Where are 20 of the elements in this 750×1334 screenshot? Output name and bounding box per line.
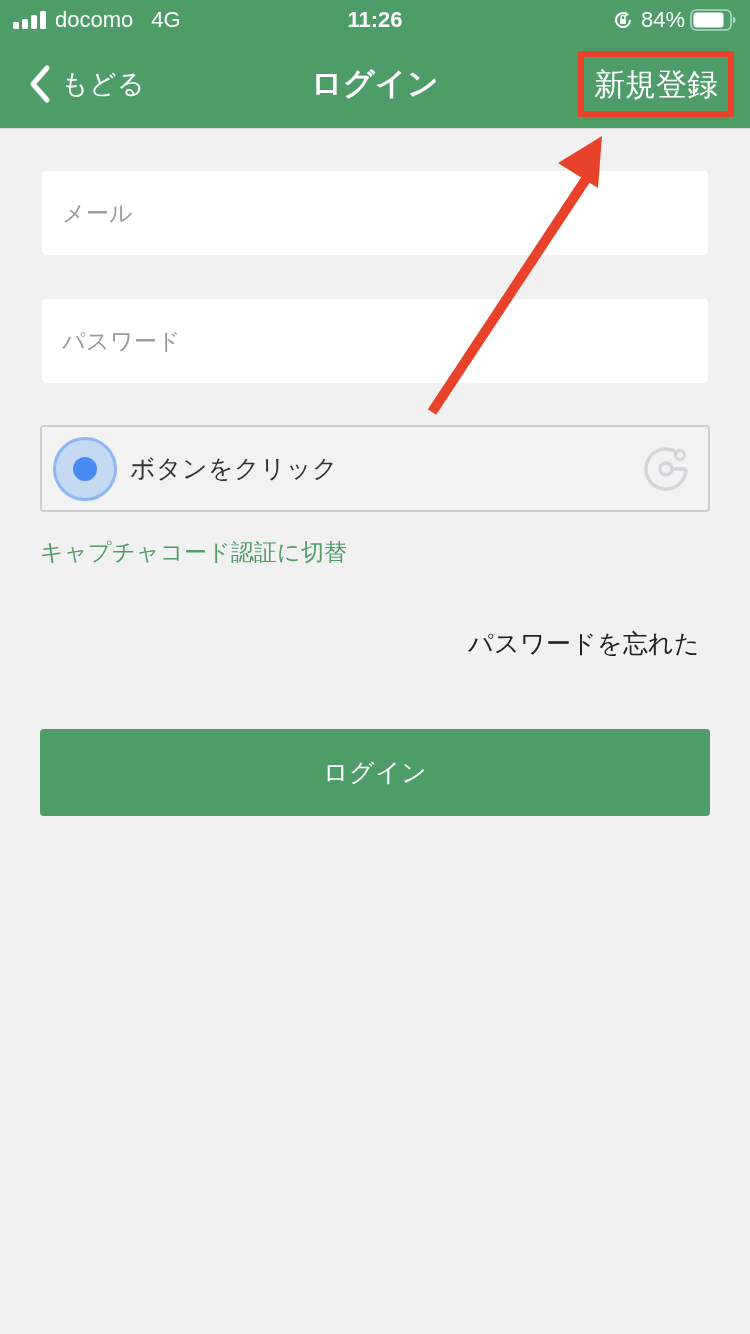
password-field[interactable]: パスワード <box>42 299 708 383</box>
network-label: 4G <box>151 7 181 33</box>
email-field[interactable]: メール <box>42 171 708 255</box>
rotation-lock-icon <box>612 10 633 30</box>
captcha-switch-link[interactable]: キャプチャコード認証に切替 <box>40 535 347 569</box>
nav-title: ログイン <box>311 64 439 103</box>
chevron-left-icon <box>30 65 50 103</box>
battery-icon <box>690 9 736 31</box>
captcha-button-icon[interactable] <box>53 436 117 501</box>
login-button[interactable]: ログイン <box>40 729 710 816</box>
battery-percent: 84% <box>640 7 685 33</box>
back-button[interactable]: もどる <box>30 65 145 103</box>
captcha-logo-icon <box>643 445 689 492</box>
captcha-widget[interactable]: ボタンをクリック <box>40 425 710 512</box>
forgot-password-link[interactable]: パスワードを忘れた <box>468 626 700 662</box>
signal-icon <box>13 11 47 29</box>
register-button[interactable]: 新規登録 <box>594 61 718 107</box>
status-time: 11:26 <box>347 7 403 33</box>
captcha-label: ボタンをクリック <box>130 453 339 485</box>
carrier-label: docomo <box>55 7 134 33</box>
